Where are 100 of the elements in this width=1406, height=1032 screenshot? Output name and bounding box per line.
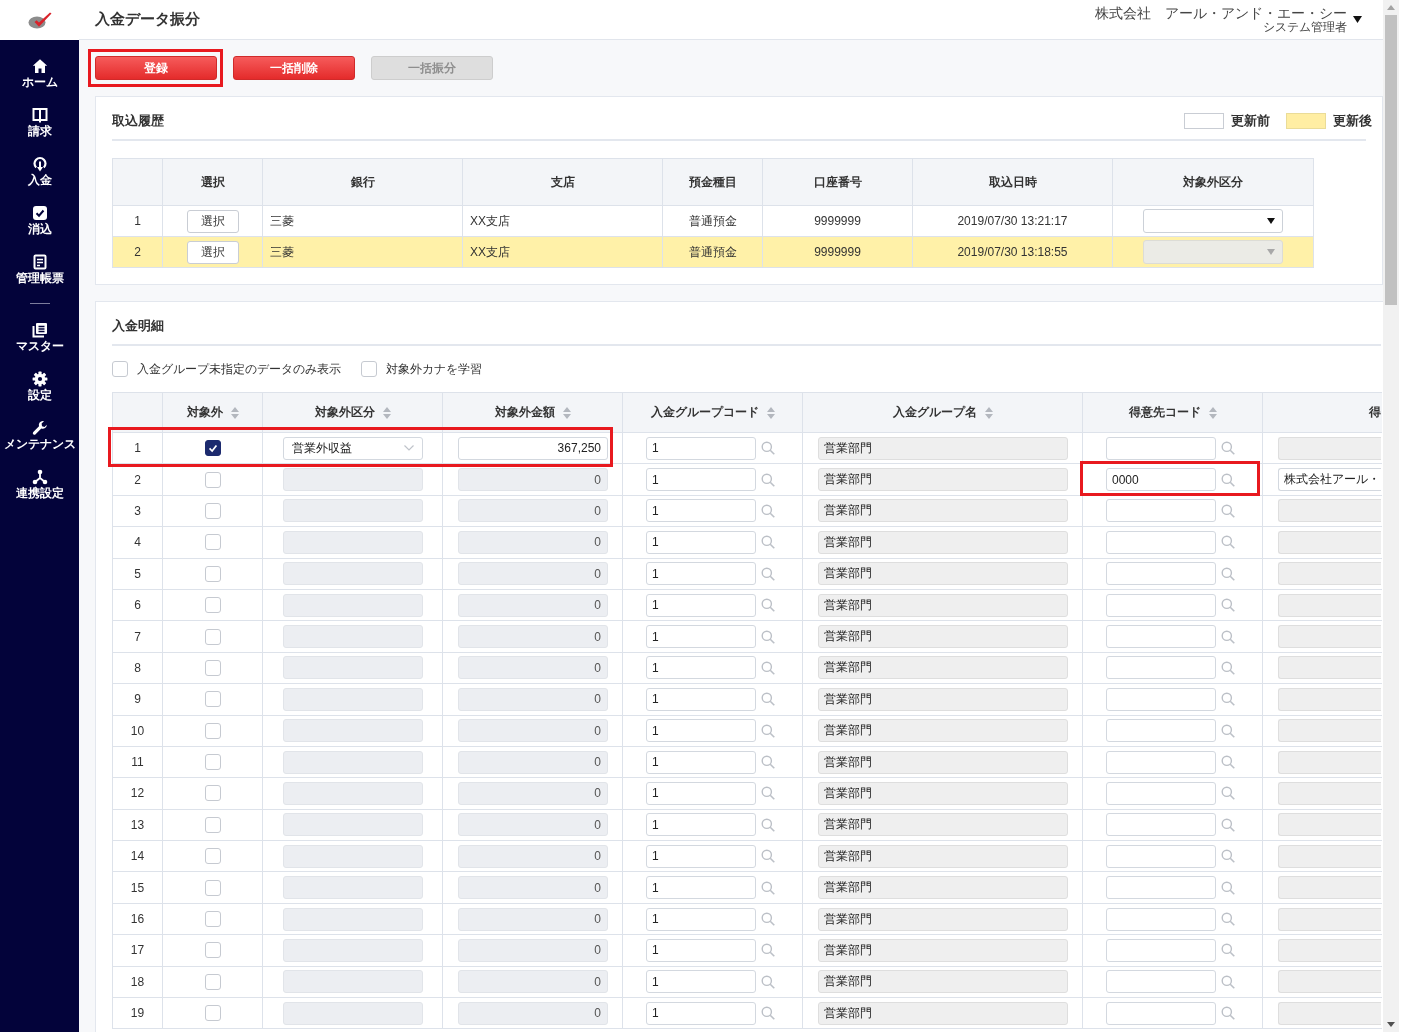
group-code-field[interactable]: 1 — [646, 813, 756, 837]
customer-code-field[interactable] — [1106, 782, 1216, 805]
search-icon[interactable] — [1221, 817, 1235, 832]
customer-code-field[interactable] — [1106, 813, 1216, 837]
amount-field[interactable]: 0 — [458, 593, 608, 617]
group-code-field[interactable]: 1 — [646, 468, 756, 492]
search-icon[interactable] — [1221, 472, 1235, 487]
search-icon[interactable] — [1221, 849, 1235, 864]
checkbox-label[interactable]: 対象外カナを学習 — [386, 360, 482, 378]
select-field[interactable] — [283, 750, 423, 774]
select-field[interactable] — [283, 499, 423, 523]
select-field[interactable] — [283, 970, 423, 994]
search-icon[interactable] — [1221, 1006, 1235, 1021]
search-icon[interactable] — [1221, 692, 1235, 707]
search-icon[interactable] — [761, 598, 775, 613]
amount-field[interactable]: 0 — [458, 1001, 608, 1025]
select-button[interactable]: 選択 — [186, 240, 239, 264]
search-icon[interactable] — [761, 629, 775, 644]
sort-icon[interactable] — [766, 406, 775, 419]
search-icon[interactable] — [1221, 974, 1235, 989]
sort-icon[interactable] — [1208, 406, 1217, 419]
group-code-field[interactable]: 1 — [646, 876, 756, 900]
customer-code-field[interactable] — [1106, 938, 1216, 962]
select-field[interactable] — [283, 1001, 423, 1025]
search-icon[interactable] — [1221, 755, 1235, 770]
search-icon[interactable] — [761, 786, 775, 801]
checkbox-label[interactable]: 入金グループ未指定のデータのみ表示 — [137, 360, 341, 378]
search-icon[interactable] — [761, 974, 775, 989]
amount-field[interactable]: 0 — [458, 750, 608, 774]
sort-icon[interactable] — [984, 406, 993, 419]
search-icon[interactable] — [761, 755, 775, 770]
nav-item[interactable]: 入金 — [27, 156, 52, 187]
group-code-field[interactable]: 1 — [646, 938, 756, 962]
amount-field[interactable]: 0 — [458, 625, 608, 649]
group-code-field[interactable]: 1 — [646, 625, 756, 649]
amount-field[interactable]: 0 — [458, 970, 608, 994]
group-code-field[interactable]: 1 — [646, 1001, 756, 1025]
amount-field[interactable]: 0 — [458, 782, 608, 805]
nav-item[interactable]: 消込 — [27, 205, 52, 236]
select-field[interactable] — [283, 687, 423, 711]
search-icon[interactable] — [1221, 535, 1235, 550]
amount-field[interactable]: 0 — [458, 562, 608, 586]
group-code-field[interactable]: 1 — [646, 436, 756, 460]
amount-field[interactable]: 0 — [458, 844, 608, 868]
nav-item[interactable]: メンテナンス — [3, 420, 76, 451]
search-icon[interactable] — [761, 849, 775, 864]
sort-icon[interactable] — [562, 406, 571, 419]
select-field[interactable] — [283, 719, 423, 743]
select-button[interactable]: 選択 — [186, 209, 239, 233]
search-icon[interactable] — [761, 943, 775, 958]
customer-code-field[interactable] — [1106, 876, 1216, 900]
search-icon[interactable] — [761, 503, 775, 518]
select-field[interactable] — [283, 844, 423, 868]
nav-item[interactable]: マスター — [15, 322, 64, 353]
nav-item[interactable]: ホーム — [21, 58, 58, 89]
search-icon[interactable] — [761, 441, 775, 456]
select-field[interactable] — [283, 562, 423, 586]
search-icon[interactable] — [1221, 943, 1235, 958]
customer-code-field[interactable] — [1106, 750, 1216, 774]
customer-code-field[interactable] — [1106, 1001, 1216, 1025]
search-icon[interactable] — [1221, 598, 1235, 613]
group-code-field[interactable]: 1 — [646, 593, 756, 617]
select-field[interactable] — [283, 656, 423, 680]
amount-field[interactable]: 0 — [458, 719, 608, 743]
amount-field[interactable]: 0 — [458, 499, 608, 523]
select-field[interactable] — [283, 782, 423, 805]
select-field[interactable] — [283, 530, 423, 554]
select-field[interactable] — [283, 625, 423, 649]
sort-icon[interactable] — [382, 406, 391, 419]
customer-code-field[interactable]: 0000 — [1106, 468, 1216, 492]
select-field[interactable] — [283, 876, 423, 900]
group-code-field[interactable]: 1 — [646, 687, 756, 711]
customer-code-field[interactable] — [1106, 530, 1216, 554]
search-icon[interactable] — [1221, 629, 1235, 644]
customer-code-field[interactable] — [1106, 844, 1216, 868]
group-code-field[interactable]: 1 — [646, 970, 756, 994]
amount-field[interactable]: 0 — [458, 656, 608, 680]
search-icon[interactable] — [761, 566, 775, 581]
customer-code-field[interactable] — [1106, 593, 1216, 617]
search-icon[interactable] — [1221, 723, 1235, 738]
customer-code-field[interactable] — [1106, 970, 1216, 994]
amount-field[interactable]: 0 — [458, 876, 608, 900]
checkbox[interactable] — [204, 440, 221, 457]
scroll-down-icon[interactable] — [1387, 1022, 1395, 1027]
register-button[interactable]: 登録 — [95, 56, 217, 80]
search-icon[interactable] — [1221, 912, 1235, 927]
dropdown-field[interactable] — [1143, 209, 1283, 233]
amount-field[interactable]: 0 — [458, 687, 608, 711]
customer-code-field[interactable] — [1106, 687, 1216, 711]
amount-field[interactable]: 0 — [458, 907, 608, 931]
customer-code-field[interactable] — [1106, 436, 1216, 460]
select-field[interactable] — [283, 938, 423, 962]
group-code-field[interactable]: 1 — [646, 530, 756, 554]
customer-code-field[interactable] — [1106, 656, 1216, 680]
customer-code-field[interactable] — [1106, 562, 1216, 586]
caret-icon[interactable] — [1353, 16, 1362, 23]
search-icon[interactable] — [1221, 503, 1235, 518]
search-icon[interactable] — [761, 535, 775, 550]
amount-field[interactable]: 0 — [458, 813, 608, 837]
search-icon[interactable] — [761, 912, 775, 927]
